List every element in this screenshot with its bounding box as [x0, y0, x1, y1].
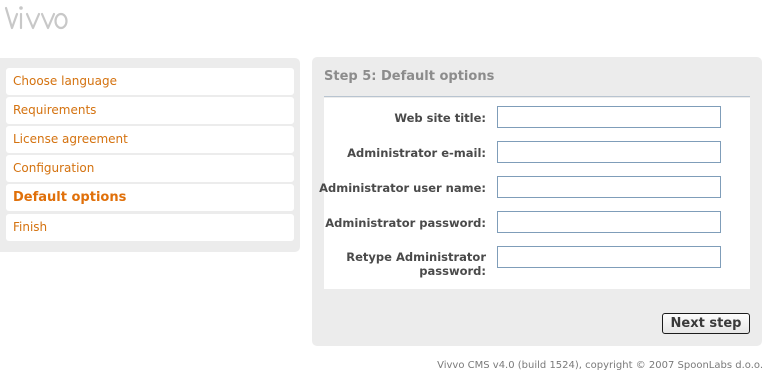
next-step-button[interactable]: Next step — [662, 313, 750, 334]
step-choose-language[interactable]: Choose language — [6, 68, 294, 95]
step-default-options[interactable]: Default options — [6, 184, 294, 211]
panel-title: Step 5: Default options — [324, 69, 495, 84]
step-license-agreement[interactable]: License agreement — [6, 126, 294, 153]
admin-username-label: Administrator user name: — [319, 181, 486, 195]
vivvo-logo — [4, 6, 68, 30]
web-site-title-input[interactable] — [497, 106, 721, 128]
step-finish[interactable]: Finish — [6, 214, 294, 241]
admin-email-label: Administrator e-mail: — [347, 146, 486, 160]
footer-copyright: Vivvo CMS v4.0 (build 1524), copyright ©… — [437, 360, 763, 371]
admin-email-input[interactable] — [497, 141, 721, 163]
title-divider — [324, 96, 750, 97]
admin-password-label: Administrator password: — [325, 216, 486, 230]
admin-password-input[interactable] — [497, 211, 721, 233]
step-configuration[interactable]: Configuration — [6, 155, 294, 182]
step-requirements[interactable]: Requirements — [6, 97, 294, 124]
default-options-panel: Step 5: Default options Web site title: … — [312, 57, 762, 346]
retype-admin-password-input[interactable] — [497, 246, 721, 268]
default-options-form: Web site title: Administrator e-mail: Ad… — [319, 98, 750, 289]
admin-username-input[interactable] — [497, 176, 721, 198]
installation-steps-sidebar: Choose language Requirements License agr… — [0, 58, 300, 252]
retype-admin-password-label: Retype Administrator password: — [346, 250, 486, 278]
web-site-title-label: Web site title: — [394, 111, 486, 125]
